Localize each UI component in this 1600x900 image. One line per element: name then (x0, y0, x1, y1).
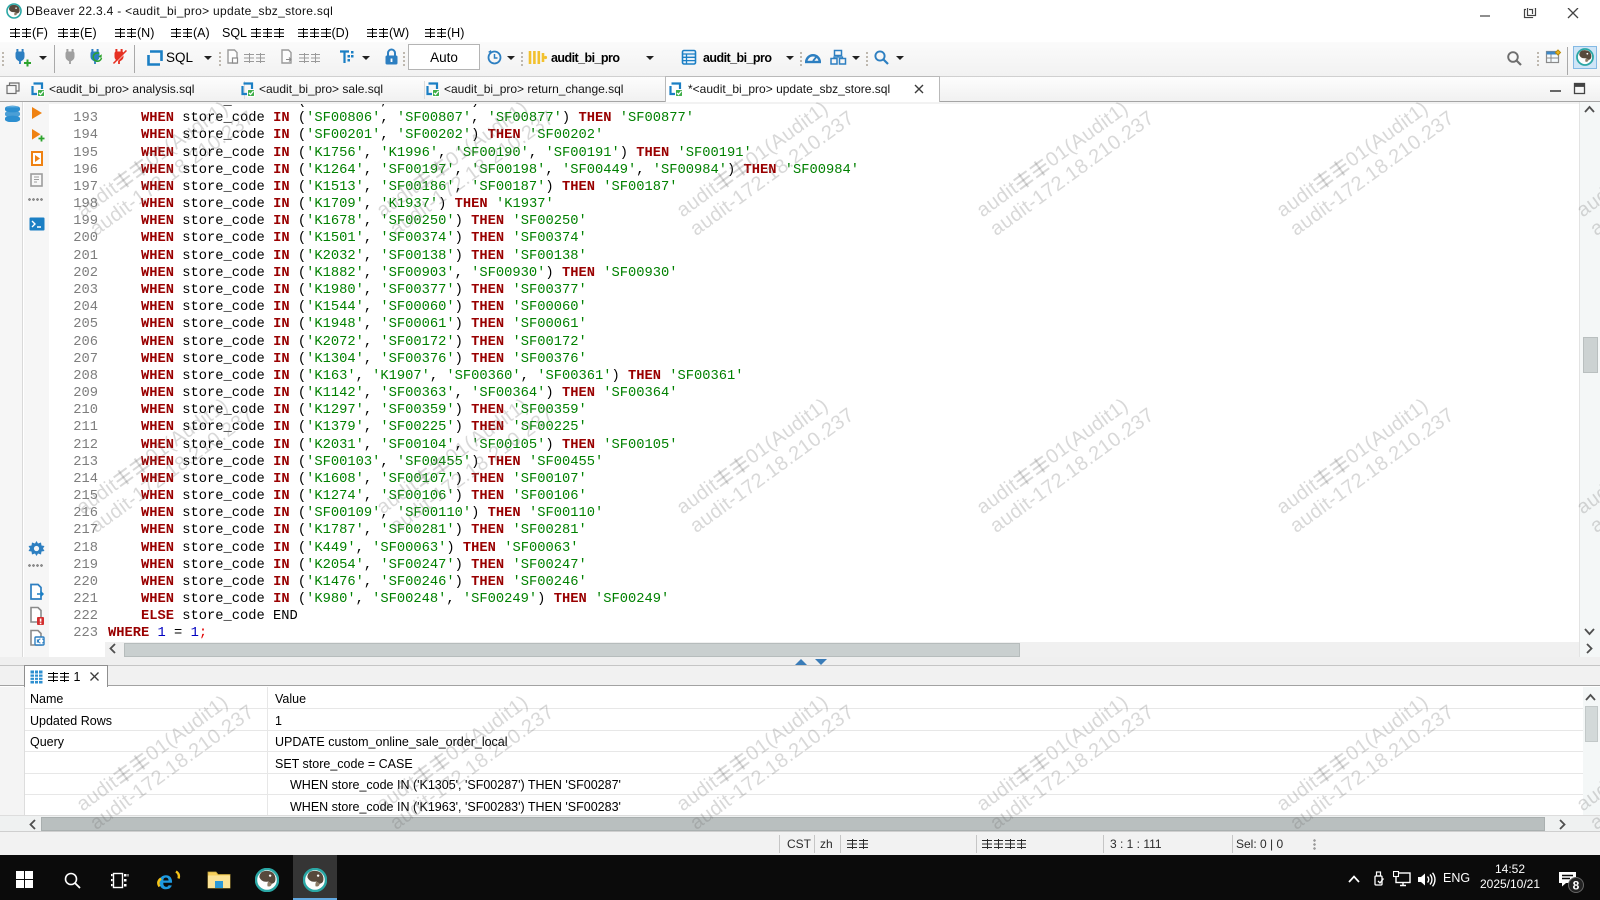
svg-text:8: 8 (1573, 879, 1580, 893)
